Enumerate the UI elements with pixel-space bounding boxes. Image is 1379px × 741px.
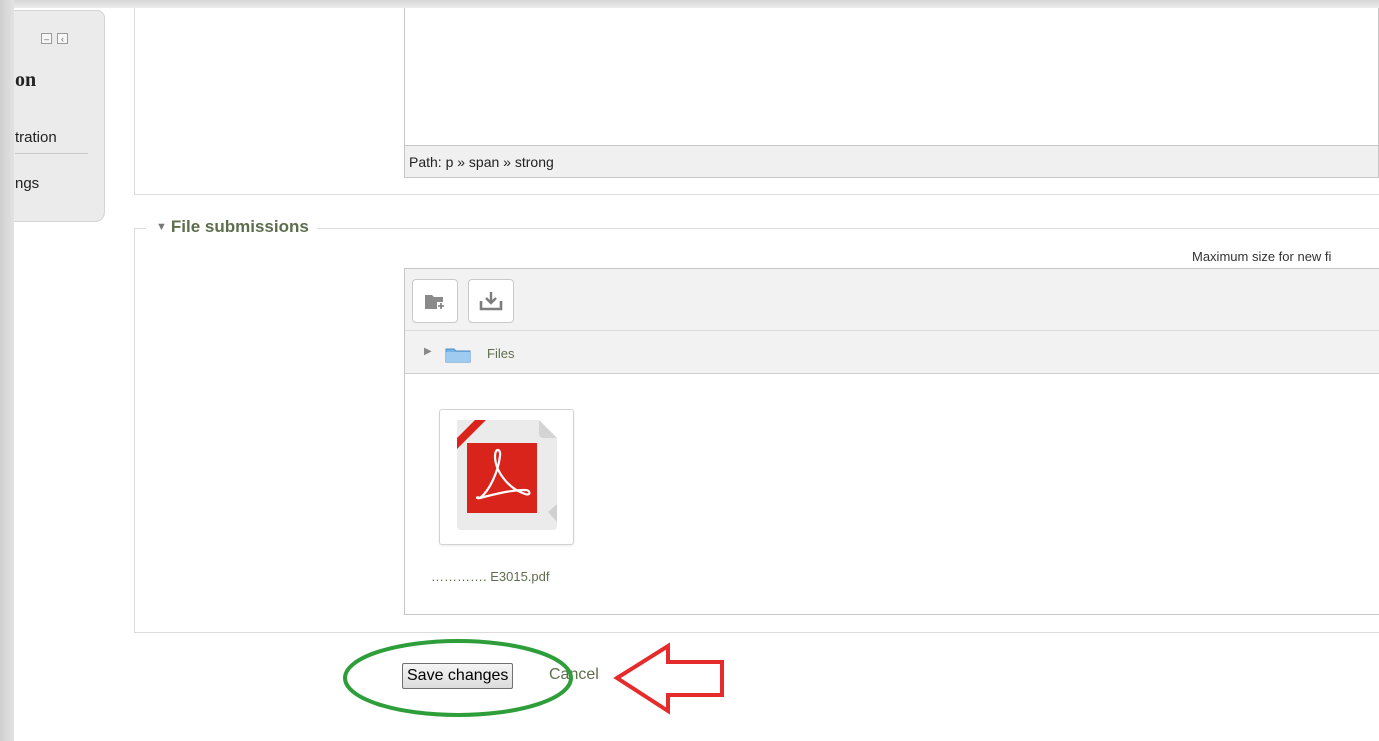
window-frame-left <box>0 0 14 741</box>
minus-square-icon[interactable]: – <box>41 33 52 44</box>
file-submissions-legend[interactable]: ▼ File submissions <box>146 217 317 237</box>
sidebar-item-administration[interactable]: tration <box>15 129 57 146</box>
sidebar-item-settings[interactable]: ngs <box>15 175 39 192</box>
download-icon <box>479 292 503 311</box>
download-all-button[interactable] <box>468 279 514 323</box>
folder-add-icon <box>425 295 445 310</box>
path-files-link[interactable]: Files <box>487 346 514 361</box>
file-picker: ▶ Files …………. E3015.pdf <box>404 268 1379 615</box>
sidebar-title: on <box>15 69 37 91</box>
cancel-link[interactable]: Cancel <box>549 666 599 684</box>
fieldset-border-left <box>134 0 135 194</box>
text-editor[interactable]: Path: p » span » strong <box>404 0 1379 178</box>
window-frame-top <box>0 0 1379 8</box>
max-size-text: Maximum size for new fi <box>1192 249 1332 264</box>
folder-icon <box>445 348 471 363</box>
editor-path-bar: Path: p » span » strong <box>405 145 1378 177</box>
red-arrow-annotation <box>613 642 724 715</box>
triangle-right-icon[interactable]: ▶ <box>424 346 432 357</box>
sidebar-block: – ‹ on tration ngs <box>0 10 105 222</box>
file-picker-toolbar <box>405 269 1379 331</box>
triangle-down-icon: ▼ <box>156 221 167 233</box>
file-picker-path-bar: ▶ Files <box>405 331 1379 374</box>
sidebar-divider <box>15 153 88 154</box>
fieldset-border-bottom <box>134 194 1379 195</box>
create-folder-button[interactable] <box>412 279 458 323</box>
file-name-link[interactable]: …………. E3015.pdf <box>431 569 550 584</box>
pdf-file-icon <box>457 420 557 530</box>
save-changes-button[interactable]: Save changes <box>402 663 514 689</box>
file-submissions-label: File submissions <box>170 217 309 236</box>
file-thumbnail[interactable] <box>439 409 574 545</box>
chevron-left-square-icon[interactable]: ‹ <box>57 33 68 44</box>
